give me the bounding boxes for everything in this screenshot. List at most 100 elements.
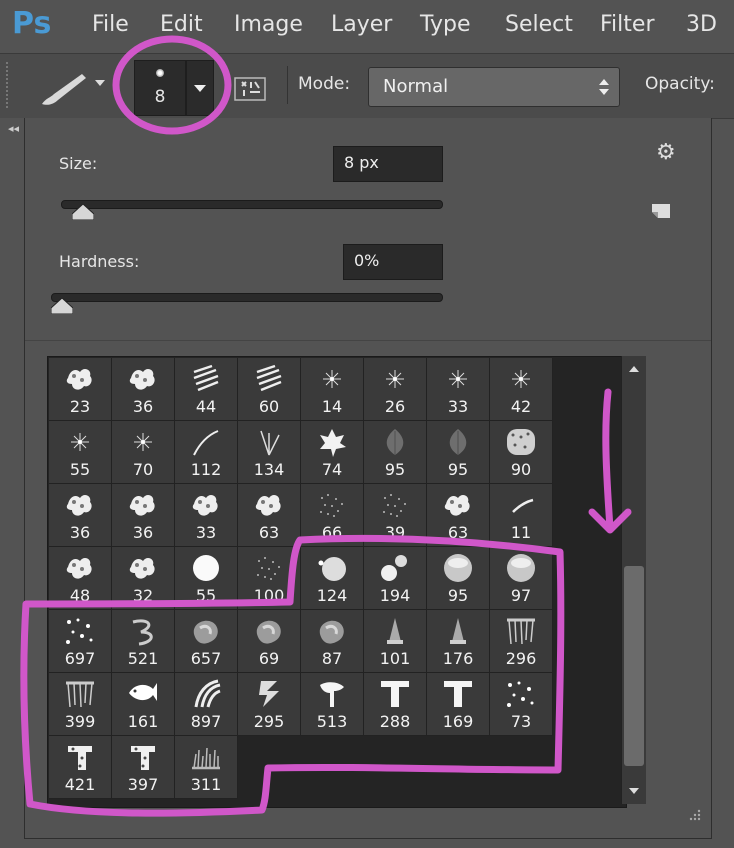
brush-tip-cell[interactable]: 36: [112, 484, 175, 547]
brush-tip-cell[interactable]: 897: [175, 673, 238, 736]
menu-file[interactable]: File: [92, 12, 129, 37]
brush-tip-cell[interactable]: 95: [427, 547, 490, 610]
brush-tip-size: 176: [442, 649, 474, 668]
size-slider-thumb[interactable]: [72, 204, 95, 220]
brush-tip-size: 134: [253, 460, 285, 479]
brush-tip-cell[interactable]: 55: [175, 547, 238, 610]
collapse-arrows-icon[interactable]: ◂◂: [8, 122, 19, 135]
size-value: 8 px: [344, 153, 379, 172]
menu-image[interactable]: Image: [234, 12, 303, 37]
brush-tip-cell[interactable]: 55: [49, 421, 112, 484]
brush-tip-cell[interactable]: 521: [112, 610, 175, 673]
new-preset-icon[interactable]: [650, 200, 672, 220]
brush-tip-dots-icon: [507, 681, 534, 707]
brush-tool-icon[interactable]: [36, 68, 96, 108]
brush-tip-cell[interactable]: 11: [490, 484, 553, 547]
brush-tip-size: 87: [321, 649, 343, 668]
menu-layer[interactable]: Layer: [331, 12, 392, 37]
brush-tip-size: 90: [510, 460, 532, 479]
brush-preset-size: 8: [154, 87, 166, 107]
gear-icon[interactable]: ⚙: [656, 140, 676, 165]
brush-tip-cell[interactable]: 42: [490, 358, 553, 421]
scroll-down-icon[interactable]: [629, 788, 639, 794]
hardness-slider-track[interactable]: [51, 293, 443, 302]
menu-3d[interactable]: 3D: [686, 12, 717, 37]
scrollbar-thumb[interactable]: [624, 566, 644, 766]
brush-tip-star-icon: [512, 370, 530, 388]
brush-grid-scrollbar[interactable]: [621, 356, 646, 804]
brush-tip-cell[interactable]: 73: [490, 673, 553, 736]
brush-tip-grid: 23 36 44 60 14 26 33 42 55 70 112 134 74 95 95 90 36 36 33…: [47, 356, 627, 808]
size-field[interactable]: 8 px: [333, 146, 443, 182]
brush-tip-cell[interactable]: 513: [301, 673, 364, 736]
brush-tip-cell[interactable]: 97: [490, 547, 553, 610]
brush-tip-cell[interactable]: 63: [238, 484, 301, 547]
brush-tip-cell[interactable]: 36: [112, 358, 175, 421]
menu-edit[interactable]: Edit: [160, 12, 203, 37]
brush-tip-cell[interactable]: 33: [427, 358, 490, 421]
brush-tip-speckle-icon: [257, 557, 280, 580]
brush-tip-cell[interactable]: 90: [490, 421, 553, 484]
brush-tip-cell[interactable]: 657: [175, 610, 238, 673]
brush-tip-cell[interactable]: 26: [364, 358, 427, 421]
hardness-slider-thumb[interactable]: [51, 298, 73, 314]
brush-tip-cell[interactable]: 48: [49, 547, 112, 610]
brush-tip-cell[interactable]: 63: [427, 484, 490, 547]
brush-tip-cell[interactable]: 44: [175, 358, 238, 421]
brush-tip-cell[interactable]: 87: [301, 610, 364, 673]
photoshop-logo[interactable]: Ps: [12, 6, 51, 41]
brush-tip-cell[interactable]: 36: [49, 484, 112, 547]
size-slider-track[interactable]: [61, 200, 443, 209]
brush-tip-cell[interactable]: 311: [175, 736, 238, 799]
brush-tip-cell[interactable]: 161: [112, 673, 175, 736]
brush-tip-cell[interactable]: 100: [238, 547, 301, 610]
brush-tip-cell[interactable]: 69: [238, 610, 301, 673]
brush-tip-cell[interactable]: 23: [49, 358, 112, 421]
brush-tip-cell[interactable]: 66: [301, 484, 364, 547]
brush-tip-cell[interactable]: 295: [238, 673, 301, 736]
options-bar-grip[interactable]: [6, 62, 14, 108]
blend-mode-select[interactable]: Normal: [368, 67, 620, 107]
brush-tip-cell[interactable]: 14: [301, 358, 364, 421]
brush-tip-cell[interactable]: 288: [364, 673, 427, 736]
brush-preset-picker-button[interactable]: 8: [134, 60, 186, 116]
hardness-field[interactable]: 0%: [343, 244, 443, 280]
picker-divider: [25, 340, 711, 341]
menu-filter[interactable]: Filter: [600, 12, 654, 37]
brush-tip-cell[interactable]: 60: [238, 358, 301, 421]
brush-tip-cell[interactable]: 39: [364, 484, 427, 547]
menu-select[interactable]: Select: [505, 12, 573, 37]
brush-tip-cell[interactable]: 112: [175, 421, 238, 484]
menu-type[interactable]: Type: [420, 12, 471, 37]
brush-tip-size: 55: [195, 586, 217, 605]
brush-tip-cell[interactable]: 134: [238, 421, 301, 484]
scroll-up-icon[interactable]: [629, 366, 639, 372]
brush-tip-sphere-icon: [444, 554, 472, 582]
tool-preset-caret-icon[interactable]: [95, 80, 105, 86]
brush-tip-cell[interactable]: 95: [364, 421, 427, 484]
brush-tip-cell[interactable]: 95: [427, 421, 490, 484]
brush-panel-toggle-icon[interactable]: [233, 72, 267, 104]
select-updown-icon: [599, 79, 609, 95]
brush-tip-cell[interactable]: 397: [112, 736, 175, 799]
brush-tip-size: 48: [69, 586, 91, 605]
brush-tip-cell[interactable]: 124: [301, 547, 364, 610]
brush-tip-cell[interactable]: 176: [427, 610, 490, 673]
brush-tip-cell[interactable]: 697: [49, 610, 112, 673]
brush-tip-cell[interactable]: 296: [490, 610, 553, 673]
brush-preset-dropdown-button[interactable]: [186, 60, 214, 116]
brush-tip-cell[interactable]: 33: [175, 484, 238, 547]
brush-tip-size: 23: [69, 397, 91, 416]
resize-grip-icon[interactable]: [686, 808, 702, 824]
brush-tip-cell[interactable]: 421: [49, 736, 112, 799]
brush-tip-cell[interactable]: 194: [364, 547, 427, 610]
brush-tip-cell[interactable]: 101: [364, 610, 427, 673]
brush-tip-size: 44: [195, 397, 217, 416]
brush-tip-cell[interactable]: 32: [112, 547, 175, 610]
brush-tip-cell[interactable]: 169: [427, 673, 490, 736]
brush-tip-icon: [156, 69, 164, 77]
brush-tip-cell[interactable]: 70: [112, 421, 175, 484]
brush-tip-cell[interactable]: 399: [49, 673, 112, 736]
brush-tip-cell[interactable]: 74: [301, 421, 364, 484]
brush-tip-fringe-icon: [507, 618, 535, 645]
